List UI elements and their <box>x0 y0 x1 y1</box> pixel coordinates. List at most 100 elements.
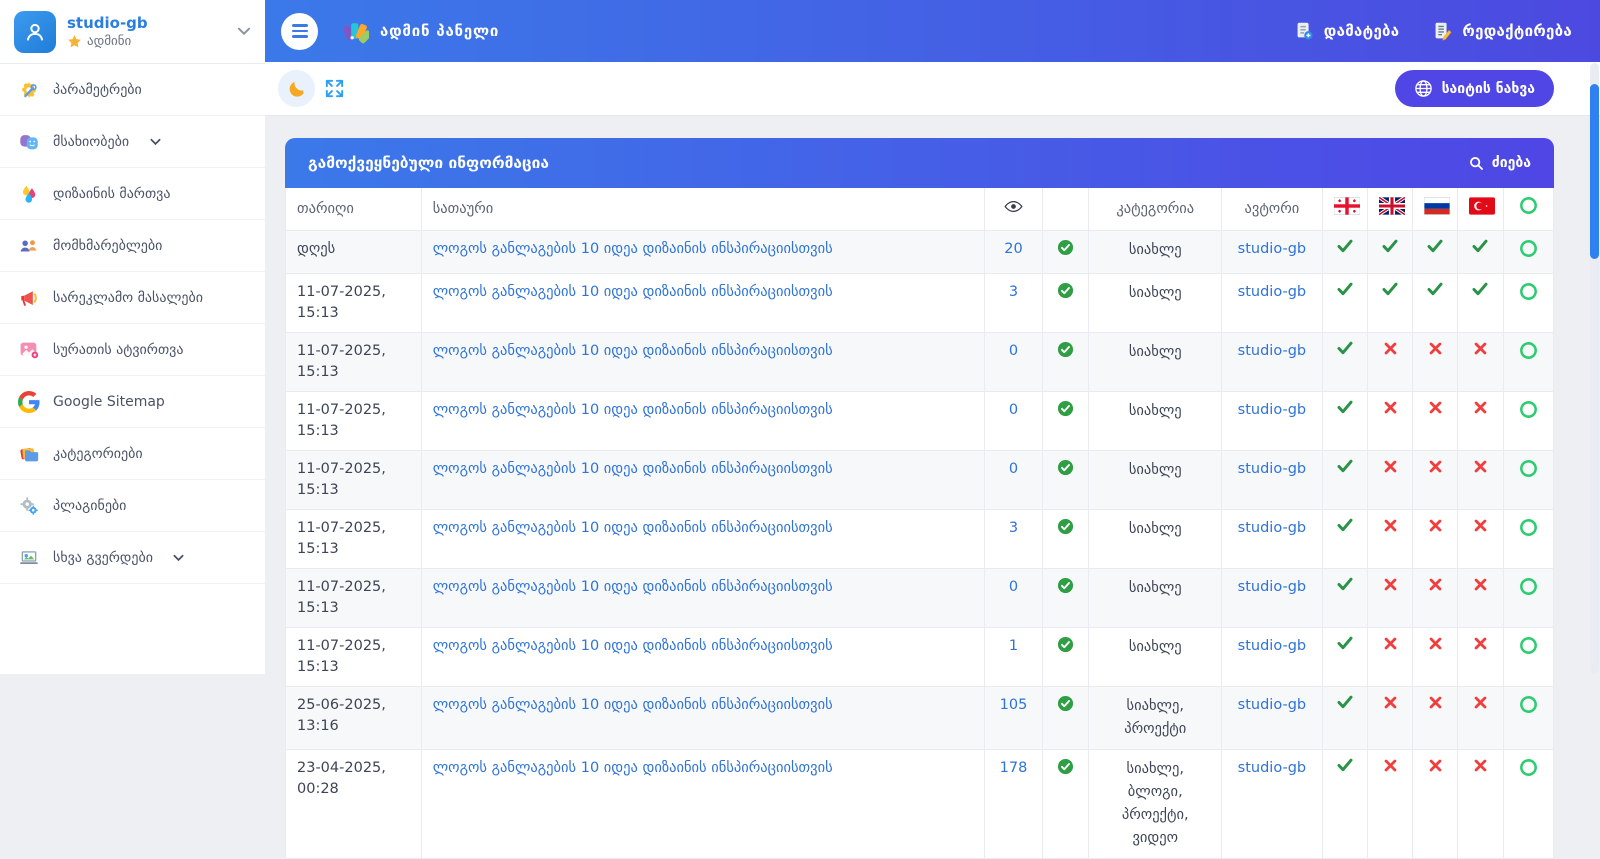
post-title-link[interactable]: ლოგოს განლაგების 10 იდეა დიზაინის ინსპირ… <box>433 579 833 595</box>
published-badge-icon <box>1057 577 1074 594</box>
chevron-down-icon[interactable] <box>237 27 251 36</box>
table-row: 11-07-2025, 15:13 ლოგოს განლაგების 10 იდე… <box>286 333 1554 392</box>
post-title-link[interactable]: ლოგოს განლაგების 10 იდეა დიზაინის ინსპირ… <box>433 697 833 713</box>
author-link[interactable]: studio-gb <box>1238 284 1306 300</box>
views-count-link[interactable]: 178 <box>1000 760 1028 776</box>
edit-button[interactable]: რედაქტირება <box>1431 20 1572 42</box>
ring-icon[interactable] <box>1519 695 1538 714</box>
add-button[interactable]: დამატება <box>1293 20 1400 42</box>
search-button[interactable]: ძიება <box>1469 155 1531 171</box>
author-link[interactable]: studio-gb <box>1238 241 1306 257</box>
column-lang-turkish[interactable] <box>1458 188 1503 231</box>
user-role: ადმინი <box>87 34 131 49</box>
sidebar-item-4[interactable]: სარეკლამო მასალები <box>0 272 265 324</box>
column-date[interactable]: თარიღი <box>286 188 422 231</box>
secondary-toolbar: საიტის ნახვა <box>265 62 1600 116</box>
sidebar-item-5[interactable]: სურათის ატვირთვა <box>0 324 265 376</box>
column-status[interactable] <box>1043 188 1089 231</box>
table-row: 25-06-2025, 13:16ლოგოს განლაგების 10 იდე… <box>286 687 1554 750</box>
cross-icon <box>1384 696 1397 709</box>
design-drops-icon <box>18 183 40 205</box>
post-title-link[interactable]: ლოგოს განლაგების 10 იდეა დიზაინის ინსპირ… <box>433 241 833 257</box>
ring-icon[interactable] <box>1519 577 1538 596</box>
post-title-link[interactable]: ლოგოს განლაგების 10 იდეა დიზაინის ინსპირ… <box>433 461 833 477</box>
author-link[interactable]: studio-gb <box>1238 579 1306 595</box>
ring-icon[interactable] <box>1519 459 1538 478</box>
post-title-link[interactable]: ლოგოს განლაგების 10 იდეა დიზაინის ინსპირ… <box>433 520 833 536</box>
column-lang-georgian[interactable] <box>1322 188 1367 231</box>
app-title: ადმინ პანელი <box>380 22 499 40</box>
view-site-label: საიტის ნახვა <box>1442 81 1535 97</box>
views-count-link[interactable]: 1 <box>1009 638 1018 654</box>
views-count-link[interactable]: 0 <box>1009 343 1018 359</box>
ring-icon[interactable] <box>1519 341 1538 360</box>
column-category[interactable]: კატეგორია <box>1089 188 1222 231</box>
column-state[interactable] <box>1503 188 1553 231</box>
author-link[interactable]: studio-gb <box>1238 402 1306 418</box>
ring-icon[interactable] <box>1519 758 1538 777</box>
author-link[interactable]: studio-gb <box>1238 697 1306 713</box>
sidebar-item-2[interactable]: დიზაინის მართვა <box>0 168 265 220</box>
row-date: 11-07-2025, 15:13 <box>286 274 422 333</box>
cross-icon <box>1429 578 1442 591</box>
post-title-link[interactable]: ლოგოს განლაგების 10 იდეა დიზაინის ინსპირ… <box>433 284 833 300</box>
author-link[interactable]: studio-gb <box>1238 638 1306 654</box>
table-row: 23-04-2025, 00:28ლოგოს განლაგების 10 იდე… <box>286 750 1554 859</box>
cross-icon <box>1429 759 1442 772</box>
sidebar-item-label: დიზაინის მართვა <box>53 186 170 202</box>
cross-icon <box>1429 696 1442 709</box>
author-link[interactable]: studio-gb <box>1238 520 1306 536</box>
document-plus-icon <box>1293 20 1315 42</box>
ring-icon[interactable] <box>1519 239 1538 258</box>
author-link[interactable]: studio-gb <box>1238 461 1306 477</box>
column-lang-english[interactable] <box>1367 188 1412 231</box>
author-link[interactable]: studio-gb <box>1238 760 1306 776</box>
post-title-link[interactable]: ლოგოს განლაგების 10 იდეა დიზაინის ინსპირ… <box>433 402 833 418</box>
ring-icon[interactable] <box>1519 282 1538 301</box>
view-site-button[interactable]: საიტის ნახვა <box>1395 70 1554 107</box>
sidebar-item-7[interactable]: კატეგორიები <box>0 428 265 480</box>
sidebar-item-label: მსახიობები <box>53 134 129 150</box>
page-scrollbar-thumb[interactable] <box>1590 84 1599 259</box>
ring-icon[interactable] <box>1519 518 1538 537</box>
post-title-link[interactable]: ლოგოს განლაგების 10 იდეა დიზაინის ინსპირ… <box>433 638 833 654</box>
sidebar-item-8[interactable]: პლაგინები <box>0 480 265 532</box>
row-date: 11-07-2025, 15:13 <box>286 333 422 392</box>
sidebar-item-1[interactable]: მსახიობები <box>0 116 265 168</box>
cross-icon <box>1474 759 1487 772</box>
views-count-link[interactable]: 3 <box>1009 520 1018 536</box>
sidebar-item-0[interactable]: პარამეტრები <box>0 64 265 116</box>
views-count-link[interactable]: 20 <box>1004 241 1022 257</box>
views-count-link[interactable]: 3 <box>1009 284 1018 300</box>
cross-icon <box>1474 696 1487 709</box>
sidebar-item-9[interactable]: სხვა გვერდები <box>0 532 265 584</box>
views-count-link[interactable]: 105 <box>1000 697 1028 713</box>
views-count-link[interactable]: 0 <box>1009 402 1018 418</box>
ring-icon[interactable] <box>1519 400 1538 419</box>
table-row: 11-07-2025, 15:13ლოგოს განლაგების 10 იდე… <box>286 569 1554 628</box>
ring-icon[interactable] <box>1519 636 1538 655</box>
row-category: სიახლე, ბლოგი, პროექტი, ვიდეო <box>1089 750 1222 859</box>
menu-toggle-button[interactable] <box>281 13 318 50</box>
row-date: 11-07-2025, 15:13 <box>286 510 422 569</box>
column-lang-russian[interactable] <box>1413 188 1458 231</box>
dark-mode-toggle[interactable] <box>278 70 315 107</box>
column-views[interactable] <box>984 188 1042 231</box>
edit-button-label: რედაქტირება <box>1462 22 1572 40</box>
check-icon <box>1337 239 1353 253</box>
plugins-icon <box>18 495 40 517</box>
post-title-link[interactable]: ლოგოს განლაგების 10 იდეა დიზაინის ინსპირ… <box>433 760 833 776</box>
sidebar-item-6[interactable]: Google Sitemap <box>0 376 265 428</box>
google-icon <box>18 391 40 413</box>
sidebar-item-3[interactable]: მომხმარებლები <box>0 220 265 272</box>
views-count-link[interactable]: 0 <box>1009 461 1018 477</box>
views-count-link[interactable]: 0 <box>1009 579 1018 595</box>
post-title-link[interactable]: ლოგოს განლაგების 10 იდეა დიზაინის ინსპირ… <box>433 343 833 359</box>
published-badge-icon <box>1057 518 1074 535</box>
sidebar-user-header[interactable]: studio-gb ადმინი <box>0 0 265 64</box>
column-title[interactable]: სათაური <box>421 188 984 231</box>
column-author[interactable]: ავტორი <box>1222 188 1323 231</box>
author-link[interactable]: studio-gb <box>1238 343 1306 359</box>
expand-icon[interactable] <box>323 77 346 100</box>
row-category: სიახლე <box>1089 451 1222 510</box>
